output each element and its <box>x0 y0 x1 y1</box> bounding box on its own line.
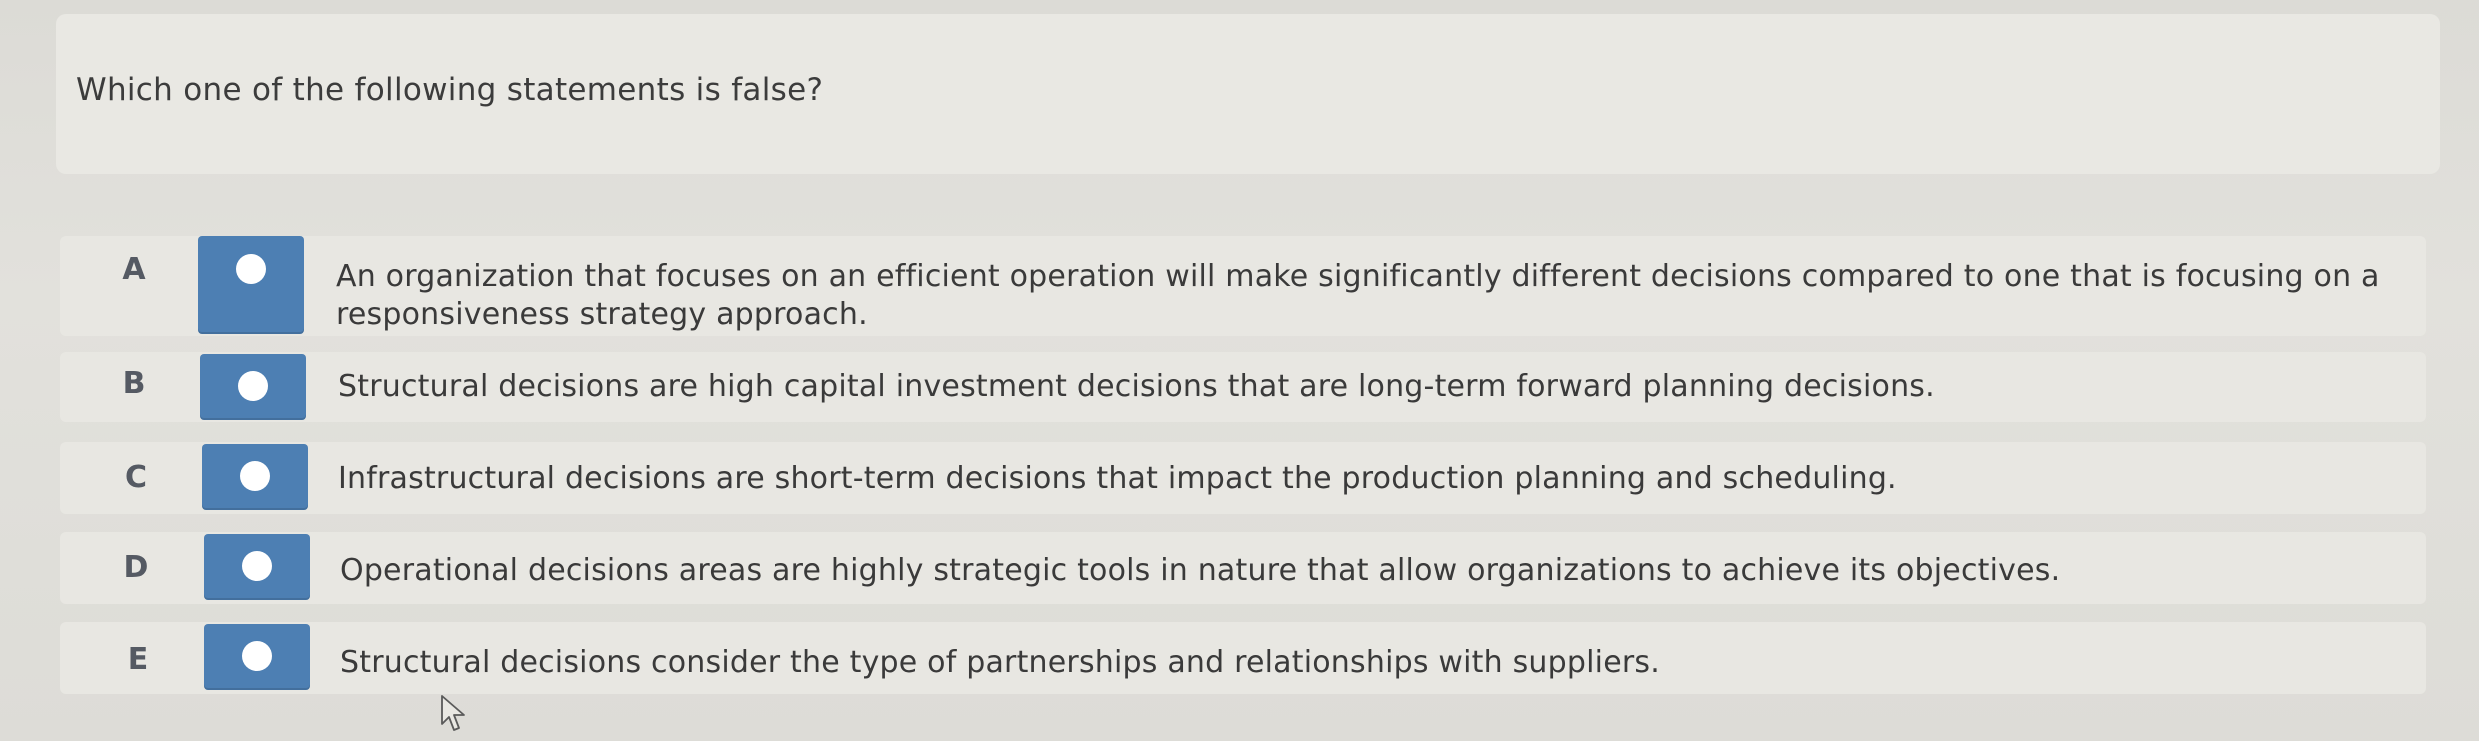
option-letter: A <box>122 252 146 287</box>
question-card: Which one of the following statements is… <box>56 14 2440 174</box>
radio-button-a[interactable] <box>198 236 304 334</box>
option-row-e[interactable]: E Structural decisions consider the type… <box>60 622 2426 694</box>
radio-button-icon <box>242 641 272 671</box>
option-text: Infrastructural decisions are short-term… <box>338 461 1897 496</box>
option-letter: D <box>123 550 149 585</box>
radio-button-icon <box>236 254 266 284</box>
option-letter: E <box>127 642 149 677</box>
option-row-a[interactable]: A An organization that focuses on an eff… <box>60 236 2426 336</box>
option-row-c[interactable]: C Infrastructural decisions are short-te… <box>60 442 2426 514</box>
option-text: Structural decisions are high capital in… <box>338 369 1935 404</box>
option-row-d[interactable]: D Operational decisions areas are highly… <box>60 532 2426 604</box>
option-text: Structural decisions consider the type o… <box>340 645 1660 680</box>
radio-button-icon <box>242 551 272 581</box>
option-row-b[interactable]: B Structural decisions are high capital … <box>60 352 2426 422</box>
radio-button-e[interactable] <box>204 624 310 690</box>
option-letter: C <box>124 460 148 495</box>
radio-button-c[interactable] <box>202 444 308 510</box>
mouse-pointer-icon <box>441 695 465 731</box>
radio-button-icon <box>240 461 270 491</box>
option-text: Operational decisions areas are highly s… <box>340 553 2061 588</box>
radio-button-icon <box>238 371 268 401</box>
radio-button-d[interactable] <box>204 534 310 600</box>
option-text: An organization that focuses on an effic… <box>336 259 2380 332</box>
option-letter: B <box>122 366 146 401</box>
radio-button-b[interactable] <box>200 354 306 420</box>
question-text: Which one of the following statements is… <box>76 72 824 108</box>
